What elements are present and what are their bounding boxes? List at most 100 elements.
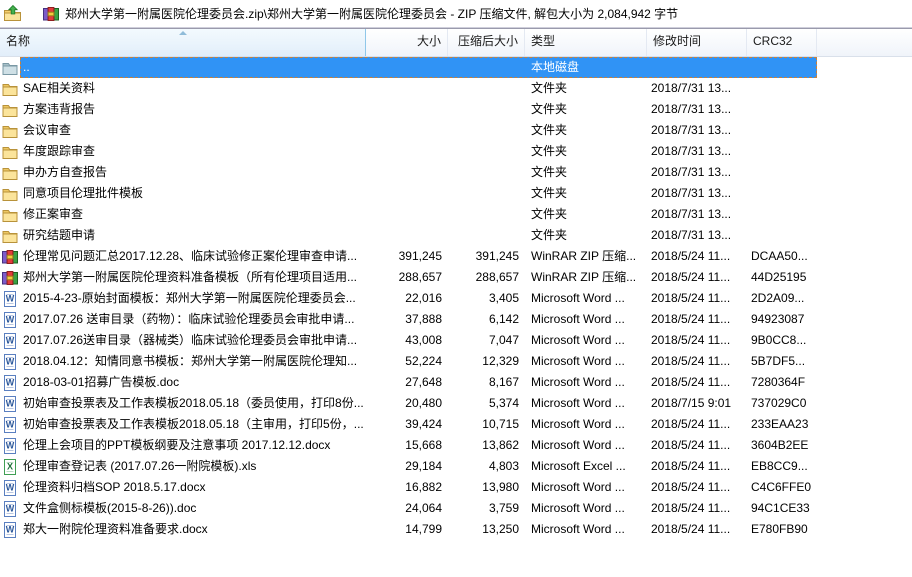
cell-type: Microsoft Word ... xyxy=(526,499,648,518)
row-body[interactable]: 初始审查投票表及工作表模板2018.05.18（委员使用，打印8份...20,4… xyxy=(20,393,817,414)
cell-packed xyxy=(449,163,526,182)
cell-packed xyxy=(449,121,526,140)
cell-size xyxy=(367,205,449,224)
winrar-archive-icon xyxy=(0,270,20,286)
cell-mod xyxy=(648,58,748,77)
cell-type: 文件夹 xyxy=(526,226,648,245)
cell-packed: 12,329 xyxy=(449,352,526,371)
file-row[interactable]: W郑大一附院伦理资料准备要求.docx14,79913,250Microsoft… xyxy=(0,519,912,540)
folder-row[interactable]: 年度跟踪审查文件夹2018/7/31 13... xyxy=(0,141,912,162)
cell-packed xyxy=(449,100,526,119)
row-body[interactable]: 文件盒侧标模板(2015-8-26)).doc24,0643,759Micros… xyxy=(20,498,817,519)
row-body[interactable]: 申办方自查报告文件夹2018/7/31 13... xyxy=(20,162,817,183)
selected-row-body[interactable]: ..本地磁盘 xyxy=(20,57,817,78)
column-header-mod[interactable]: 修改时间 xyxy=(647,29,747,56)
row-body[interactable]: 方案违背报告文件夹2018/7/31 13... xyxy=(20,99,817,120)
row-body[interactable]: 伦理资料归档SOP 2018.5.17.docx16,88213,980Micr… xyxy=(20,477,817,498)
file-row[interactable]: W2018-03-01招募广告模板.doc27,6488,167Microsof… xyxy=(0,372,912,393)
svg-text:W: W xyxy=(6,482,15,492)
row-body[interactable]: 伦理审查登记表 (2017.07.26一附院模板).xls29,1844,803… xyxy=(20,456,817,477)
file-row[interactable]: W2017.07.26 送审目录（药物）：临床试验伦理委员会审批申请...37,… xyxy=(0,309,912,330)
cell-packed xyxy=(449,226,526,245)
folder-row[interactable]: 会议审查 文件夹2018/7/31 13... xyxy=(0,120,912,141)
cell-name: 2017.07.26 送审目录（药物）：临床试验伦理委员会审批申请... xyxy=(21,310,367,329)
cell-crc: E780FB90 xyxy=(748,520,817,539)
cell-crc xyxy=(748,100,817,119)
file-row[interactable]: W 伦理资料归档SOP 2018.5.17.docx16,88213,980Mic… xyxy=(0,477,912,498)
cell-mod: 2018/7/31 13... xyxy=(648,142,748,161)
column-header-size[interactable]: 大小 xyxy=(366,29,448,56)
cell-name: 会议审查 xyxy=(21,121,367,140)
folder-row[interactable]: 修正案审查文件夹2018/7/31 13... xyxy=(0,204,912,225)
cell-crc xyxy=(748,226,817,245)
row-body[interactable]: 2017.07.26送审目录（器械类）临床试验伦理委员会审批申请...43,00… xyxy=(20,330,817,351)
column-header-crc[interactable]: CRC32 xyxy=(747,29,817,56)
svg-text:W: W xyxy=(6,440,15,450)
row-body[interactable]: 郑州大学第一附属医院伦理资料准备模板（所有伦理项目适用...288,657288… xyxy=(20,267,817,288)
cell-type: 文件夹 xyxy=(526,100,648,119)
row-body[interactable]: 初始审查投票表及工作表模板2018.05.18（主审用，打印5份，...39,4… xyxy=(20,414,817,435)
folder-row[interactable]: 方案违背报告文件夹2018/7/31 13... xyxy=(0,99,912,120)
file-row[interactable]: X伦理审查登记表 (2017.07.26一附院模板).xls29,1844,80… xyxy=(0,456,912,477)
cell-packed: 10,715 xyxy=(449,415,526,434)
row-body[interactable]: 会议审查 文件夹2018/7/31 13... xyxy=(20,120,817,141)
cell-name: 2017.07.26送审目录（器械类）临床试验伦理委员会审批申请... xyxy=(21,331,367,350)
file-row[interactable]: W2018.04.12：知情同意书模板：郑州大学第一附属医院伦理知...52,2… xyxy=(0,351,912,372)
folder-row[interactable]: 申办方自查报告文件夹2018/7/31 13... xyxy=(0,162,912,183)
folder-row[interactable]: ..本地磁盘 xyxy=(0,57,912,78)
cell-size: 14,799 xyxy=(367,520,449,539)
svg-text:W: W xyxy=(6,419,15,429)
file-list: ..本地磁盘SAE相关资料文件夹2018/7/31 13...方案违背报告文件夹… xyxy=(0,57,912,540)
row-body[interactable]: 2015-4-23-原始封面模板：郑州大学第一附属医院伦理委员会...22,01… xyxy=(20,288,817,309)
winrar-archive-icon xyxy=(0,249,20,265)
folder-row[interactable]: 研究结题申请文件夹2018/7/31 13... xyxy=(0,225,912,246)
file-row[interactable]: W 初始审查投票表及工作表模板2018.05.18（主审用，打印5份，...39,… xyxy=(0,414,912,435)
cell-mod: 2018/7/31 13... xyxy=(648,121,748,140)
row-body[interactable]: 伦理常见问题汇总2017.12.28、临床试验修正案伦理审查申请...391,2… xyxy=(20,246,817,267)
folder-row[interactable]: SAE相关资料文件夹2018/7/31 13... xyxy=(0,78,912,99)
cell-type: 本地磁盘 xyxy=(526,58,648,77)
column-header-packed[interactable]: 压缩后大小 xyxy=(448,29,525,56)
cell-packed xyxy=(449,142,526,161)
svg-text:W: W xyxy=(6,398,15,408)
cell-size: 24,064 xyxy=(367,499,449,518)
row-body[interactable]: 郑大一附院伦理资料准备要求.docx14,79913,250Microsoft … xyxy=(20,519,817,540)
cell-type: 文件夹 xyxy=(526,121,648,140)
file-row[interactable]: W文件盒侧标模板(2015-8-26)).doc24,0643,759Micro… xyxy=(0,498,912,519)
row-body[interactable]: 伦理上会项目的PPT模板纲要及注意事项 2017.12.12.docx15,66… xyxy=(20,435,817,456)
cell-name: 方案违背报告 xyxy=(21,100,367,119)
row-body[interactable]: 同意项目伦理批件模板文件夹2018/7/31 13... xyxy=(20,183,817,204)
file-row[interactable]: 伦理常见问题汇总2017.12.28、临床试验修正案伦理审查申请...391,2… xyxy=(0,246,912,267)
row-body[interactable]: 2018.04.12：知情同意书模板：郑州大学第一附属医院伦理知...52,22… xyxy=(20,351,817,372)
row-body[interactable]: 修正案审查文件夹2018/7/31 13... xyxy=(20,204,817,225)
cell-packed: 13,980 xyxy=(449,478,526,497)
cell-size xyxy=(367,58,449,77)
row-body[interactable]: 年度跟踪审查文件夹2018/7/31 13... xyxy=(20,141,817,162)
file-row[interactable]: W 初始审查投票表及工作表模板2018.05.18（委员使用，打印8份...20,… xyxy=(0,393,912,414)
cell-name: 文件盒侧标模板(2015-8-26)).doc xyxy=(21,499,367,518)
folder-row[interactable]: 同意项目伦理批件模板文件夹2018/7/31 13... xyxy=(0,183,912,204)
cell-mod: 2018/5/24 11... xyxy=(648,499,748,518)
cell-type: Microsoft Word ... xyxy=(526,289,648,308)
file-row[interactable]: W2015-4-23-原始封面模板：郑州大学第一附属医院伦理委员会...22,0… xyxy=(0,288,912,309)
cell-size: 27,648 xyxy=(367,373,449,392)
row-body[interactable]: 研究结题申请文件夹2018/7/31 13... xyxy=(20,225,817,246)
file-row[interactable]: W2017.07.26送审目录（器械类）临床试验伦理委员会审批申请...43,0… xyxy=(0,330,912,351)
word-doc-icon: W xyxy=(0,522,20,538)
archive-path-bar[interactable]: 郑州大学第一附属医院伦理委员会.zip\郑州大学第一附属医院伦理委员会 - ZI… xyxy=(43,5,678,22)
row-body[interactable]: 2017.07.26 送审目录（药物）：临床试验伦理委员会审批申请...37,8… xyxy=(20,309,817,330)
cell-crc: 737029C0 xyxy=(748,394,817,413)
cell-crc: 233EAA23 xyxy=(748,415,817,434)
cell-name: 修正案审查 xyxy=(21,205,367,224)
cell-mod: 2018/7/31 13... xyxy=(648,184,748,203)
row-body[interactable]: 2018-03-01招募广告模板.doc27,6488,167Microsoft… xyxy=(20,372,817,393)
cell-type: Microsoft Word ... xyxy=(526,310,648,329)
row-body[interactable]: SAE相关资料文件夹2018/7/31 13... xyxy=(20,78,817,99)
cell-size: 15,668 xyxy=(367,436,449,455)
folder-icon xyxy=(0,123,20,139)
column-header-type[interactable]: 类型 xyxy=(525,29,647,56)
folder-up-icon[interactable] xyxy=(3,4,22,23)
file-row[interactable]: 郑州大学第一附属医院伦理资料准备模板（所有伦理项目适用...288,657288… xyxy=(0,267,912,288)
cell-size xyxy=(367,142,449,161)
file-row[interactable]: W 伦理上会项目的PPT模板纲要及注意事项 2017.12.12.docx15,6… xyxy=(0,435,912,456)
